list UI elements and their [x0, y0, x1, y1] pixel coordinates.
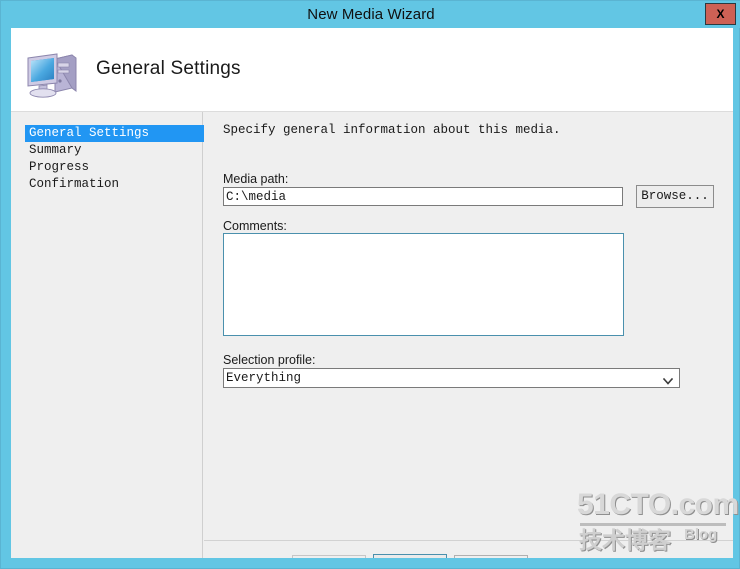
previous-button[interactable]: Previous [292, 555, 366, 558]
wizard-header: General Settings [11, 28, 733, 112]
wizard-body: General Settings Summary Progress Confir… [11, 112, 733, 558]
selection-profile-label: Selection profile: [223, 353, 316, 367]
client-area: General Settings General Settings Summar… [11, 28, 733, 558]
computer-monitor-icon [24, 50, 82, 100]
instruction-text: Specify general information about this m… [223, 123, 561, 137]
wizard-window: New Media Wizard X General Settings Gene… [0, 0, 740, 569]
page-title: General Settings [96, 58, 241, 79]
wizard-sidebar: General Settings Summary Progress Confir… [11, 112, 205, 558]
media-path-label: Media path: [223, 172, 289, 186]
footer-divider [204, 540, 733, 541]
sidebar-item-general-settings[interactable]: General Settings [25, 125, 205, 142]
next-button[interactable]: Next [373, 554, 447, 558]
sidebar-item-progress[interactable]: Progress [25, 159, 93, 176]
title-bar: New Media Wizard X [1, 1, 740, 28]
selection-profile-select[interactable]: Everything [223, 368, 680, 388]
sidebar-item-summary[interactable]: Summary [25, 142, 86, 159]
comments-label: Comments: [223, 219, 287, 233]
wizard-content: Specify general information about this m… [204, 112, 733, 558]
window-title: New Media Wizard [307, 6, 435, 23]
comments-input[interactable] [223, 233, 624, 336]
wizard-step-list: General Settings Summary Progress Confir… [11, 125, 205, 193]
media-path-input[interactable] [223, 187, 623, 206]
browse-button[interactable]: Browse... [636, 185, 714, 208]
close-icon[interactable]: X [705, 3, 736, 25]
sidebar-item-confirmation[interactable]: Confirmation [25, 176, 123, 193]
cancel-button[interactable]: Cancel [454, 555, 528, 558]
